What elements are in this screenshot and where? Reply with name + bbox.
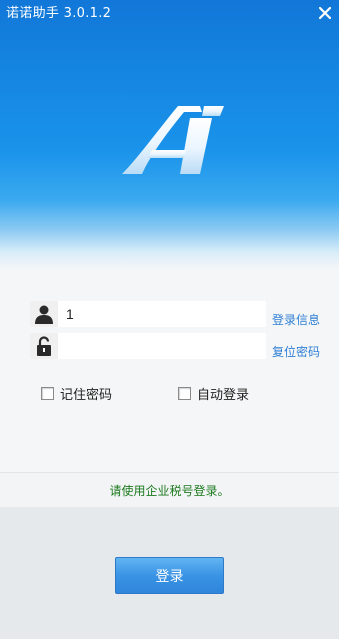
login-window: 诺诺助手 3.0.1.2 1 登录信息 复位密码 记住密码 自动登录 请使用企业… bbox=[0, 0, 339, 639]
reset-password-link[interactable]: 复位密码 bbox=[272, 345, 320, 359]
window-title: 诺诺助手 3.0.1.2 bbox=[6, 6, 112, 21]
close-button[interactable] bbox=[311, 0, 339, 26]
checkbox-box[interactable] bbox=[178, 387, 191, 400]
user-icon bbox=[30, 301, 58, 327]
username-input[interactable] bbox=[58, 302, 256, 326]
auto-login-label: 自动登录 bbox=[197, 388, 250, 403]
lock-icon bbox=[30, 333, 58, 359]
remember-password-label: 记住密码 bbox=[60, 388, 113, 403]
notice-text: 请使用企业税号登录。 bbox=[0, 472, 339, 507]
close-icon bbox=[319, 7, 331, 19]
username-field bbox=[30, 301, 266, 327]
login-button[interactable]: 登录 bbox=[115, 557, 224, 594]
login-info-link[interactable]: 登录信息 bbox=[272, 313, 320, 327]
auto-login-checkbox[interactable]: 自动登录 bbox=[178, 384, 249, 403]
password-field bbox=[30, 333, 266, 359]
checkbox-box[interactable] bbox=[41, 387, 54, 400]
password-input[interactable] bbox=[58, 334, 256, 358]
a-logo-icon bbox=[122, 106, 224, 174]
remember-password-checkbox[interactable]: 记住密码 bbox=[41, 384, 112, 403]
